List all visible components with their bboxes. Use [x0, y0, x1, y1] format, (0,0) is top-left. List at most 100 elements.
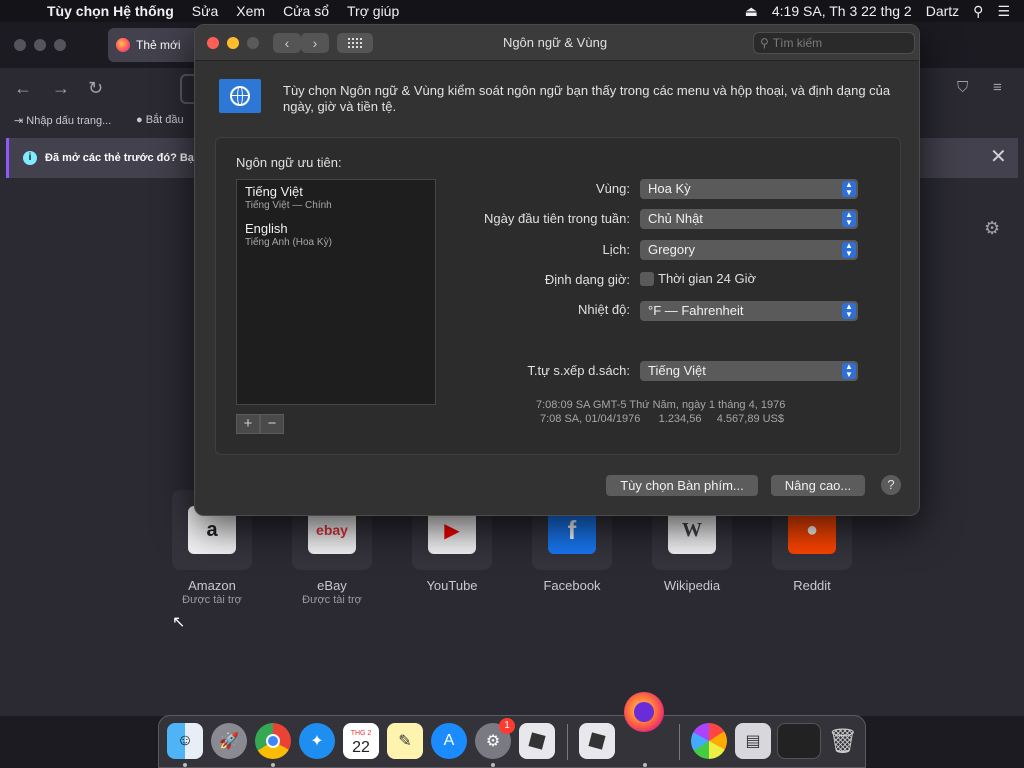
time-24h-checkbox[interactable] — [640, 272, 654, 286]
language-item-english[interactable]: English Tiếng Anh (Hoa Kỳ) — [245, 221, 332, 248]
menu-help[interactable]: Trợ giúp — [338, 3, 408, 19]
spotlight-search-icon[interactable]: ⚲ — [973, 3, 983, 20]
bookmark-import[interactable]: ⇥ Nhập dấu trang... — [14, 114, 111, 127]
photos-icon[interactable] — [691, 723, 727, 759]
menu-user[interactable]: Dartz — [926, 3, 959, 19]
temperature-value: °F — Fahrenheit — [648, 303, 744, 318]
firefox-tab-label: Thẻ mới — [136, 38, 181, 52]
keyboard-preferences-button[interactable]: Tùy chọn Bàn phím... — [606, 475, 758, 496]
zoom-button[interactable] — [247, 37, 259, 49]
menu-window[interactable]: Cửa sổ — [274, 3, 338, 19]
firefox-tab-new[interactable]: Thẻ mới — [108, 28, 208, 62]
notice-close-icon[interactable]: ✕ — [990, 144, 1007, 169]
calendar-label: Lịch: — [602, 242, 630, 257]
finder-icon[interactable]: ☺ — [167, 723, 203, 759]
running-indicator — [643, 763, 647, 767]
temperature-popup[interactable]: °F — Fahrenheit ▲ ▼ — [640, 301, 858, 321]
firefox-minimize-dot[interactable] — [34, 39, 46, 51]
control-center-icon[interactable]: ☰ — [997, 3, 1010, 20]
back-arrow-icon[interactable]: ← — [14, 78, 32, 99]
search-field[interactable]: ⚲ Tìm kiếm — [753, 32, 915, 54]
language-region-window: ‹ › Ngôn ngữ & Vùng ⚲ Tìm kiếm Tùy chọn … — [194, 24, 920, 516]
forward-arrow-icon[interactable]: → — [52, 78, 70, 99]
newtab-settings-gear-icon[interactable]: ⚙ — [984, 218, 1000, 239]
remove-language-button[interactable]: − — [260, 414, 284, 434]
forward-button[interactable]: › — [301, 33, 329, 53]
popup-arrows-icon: ▲ ▼ — [842, 211, 856, 227]
region-label: Vùng: — [596, 181, 630, 196]
top-site-name: Reddit — [793, 578, 831, 593]
region-value: Hoa Kỳ — [648, 181, 691, 196]
sort-order-popup[interactable]: Tiếng Việt ▲ ▼ — [640, 361, 858, 381]
safari-icon[interactable]: ✦ — [299, 723, 335, 759]
language-detail: Tiếng Việt — Chính — [245, 200, 332, 211]
time-format-label: Định dạng giờ: — [544, 272, 630, 287]
import-icon: ⇥ — [14, 115, 27, 127]
top-site-name: Amazon — [188, 578, 236, 593]
reload-icon[interactable]: ↻ — [88, 78, 103, 99]
roblox-icon[interactable] — [519, 723, 555, 759]
launchpad-icon[interactable]: 🚀 — [211, 723, 247, 759]
language-name: English — [245, 221, 288, 236]
menu-bar: Tùy chọn Hệ thống Sửa Xem Cửa sổ Trợ giú… — [0, 0, 1024, 22]
first-day-label: Ngày đầu tiên trong tuần: — [484, 211, 630, 226]
advanced-button[interactable]: Nâng cao... — [771, 475, 865, 496]
language-detail: Tiếng Anh (Hoa Kỳ) — [245, 237, 332, 248]
menu-edit[interactable]: Sửa — [183, 3, 228, 19]
firefox-logo-icon — [116, 38, 130, 52]
dock: ☺ 🚀 ✦ THG 2 22 ✎ A ⚙ 1 ▤ 🗑 — [158, 715, 866, 768]
calendar-icon[interactable]: THG 2 22 — [343, 723, 379, 759]
menu-view[interactable]: Xem — [227, 3, 274, 19]
top-site-name: Facebook — [543, 578, 601, 593]
running-indicator — [491, 763, 495, 767]
pane-description: Tùy chọn Ngôn ngữ & Vùng kiểm soát ngôn … — [283, 83, 891, 114]
chrome-icon[interactable] — [255, 723, 291, 759]
sort-order-value: Tiếng Việt — [648, 363, 706, 378]
roblox-studio-icon[interactable] — [579, 723, 615, 759]
time-24h-label[interactable]: Thời gian 24 Giờ — [658, 271, 756, 286]
preview-icon[interactable]: ▤ — [735, 723, 771, 759]
top-site-name: eBay — [317, 578, 347, 593]
first-day-popup[interactable]: Chủ Nhật ▲ ▼ — [640, 209, 858, 229]
calendar-popup[interactable]: Gregory ▲ ▼ — [640, 240, 858, 260]
popup-arrows-icon: ▲ ▼ — [842, 242, 856, 258]
safari-window-thumbnail-icon[interactable] — [777, 723, 821, 759]
format-sample-line-2: 7:08 SA, 01/04/1976 1.234,56 4.567,89 US… — [540, 413, 785, 425]
close-button[interactable] — [207, 37, 219, 49]
popup-arrows-icon: ▲ ▼ — [842, 303, 856, 319]
language-item-vietnamese[interactable]: Tiếng Việt Tiếng Việt — Chính — [245, 184, 332, 211]
region-popup[interactable]: Hoa Kỳ ▲ ▼ — [640, 179, 858, 199]
eject-icon[interactable]: ⏏ — [745, 3, 758, 20]
menu-app-name[interactable]: Tùy chọn Hệ thống — [38, 3, 183, 19]
top-site-name: YouTube — [426, 578, 478, 593]
firefox-dock-icon[interactable] — [624, 692, 664, 732]
preferred-languages-list[interactable]: Tiếng Việt Tiếng Việt — Chính English Ti… — [236, 179, 436, 405]
bookmark-getting-started-label: Bắt đầu — [145, 114, 184, 126]
pocket-icon[interactable]: ⛉ — [957, 79, 968, 96]
popup-arrows-icon: ▲ ▼ — [842, 181, 856, 197]
first-day-value: Chủ Nhật — [648, 211, 703, 226]
minimize-button[interactable] — [227, 37, 239, 49]
menu-clock[interactable]: 4:19 SA, Th 3 22 thg 2 — [772, 3, 912, 19]
trash-icon[interactable]: 🗑 — [825, 723, 861, 759]
firefox-close-dot[interactable] — [14, 39, 26, 51]
sort-order-label: T.tự s.xếp d.sách: — [527, 363, 630, 378]
add-language-button[interactable]: + — [236, 414, 260, 434]
top-site-name: Wikipedia — [663, 578, 721, 593]
bookmark-getting-started[interactable]: ● Bắt đầu — [136, 114, 184, 126]
firefox-menu-icon[interactable]: ≡ — [993, 79, 1002, 96]
search-placeholder: Tìm kiếm — [772, 36, 823, 50]
bookmark-import-label: Nhập dấu trang... — [26, 115, 112, 127]
settings-group: Ngôn ngữ ưu tiên: Tiếng Việt Tiếng Việt … — [215, 137, 901, 455]
top-site-sponsored: Được tài trợ — [302, 594, 362, 606]
help-button[interactable]: ? — [881, 475, 901, 495]
back-button[interactable]: ‹ — [273, 33, 301, 53]
running-indicator — [271, 763, 275, 767]
app-store-icon[interactable]: A — [431, 723, 467, 759]
add-remove-controls: + − — [236, 414, 284, 434]
firefox-zoom-dot[interactable] — [54, 39, 66, 51]
calendar-day: 22 — [352, 739, 370, 756]
window-title: Ngôn ngữ & Vùng — [502, 35, 608, 50]
show-all-button[interactable] — [337, 33, 373, 53]
notes-icon[interactable]: ✎ — [387, 723, 423, 759]
